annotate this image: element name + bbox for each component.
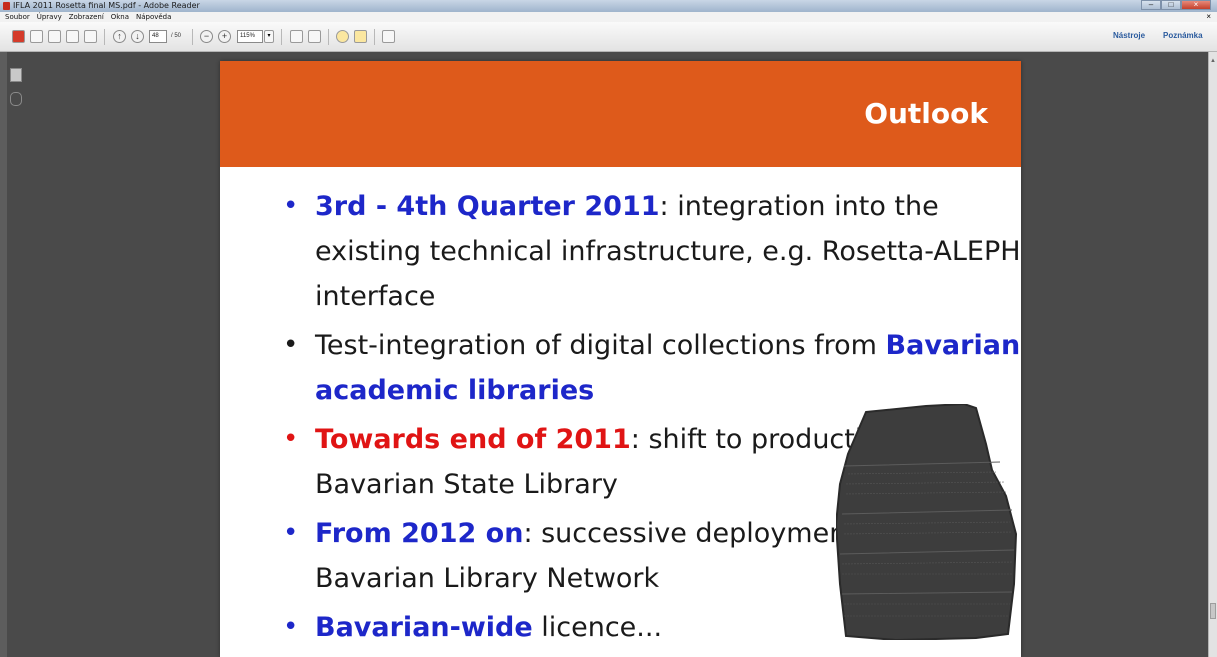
page-total: / 50	[171, 33, 182, 39]
scrollbar-thumb[interactable]	[1210, 603, 1216, 619]
fit-width-icon[interactable]	[308, 30, 321, 43]
zoom-input[interactable]: 115%	[237, 30, 263, 43]
window-controls: – □ ×	[1141, 0, 1211, 10]
bullet-highlight: Bavarian-wide	[315, 612, 533, 643]
expand-icon[interactable]	[382, 30, 395, 43]
comment-icon[interactable]	[336, 30, 349, 43]
adobe-reader-icon	[3, 2, 10, 10]
minimize-icon[interactable]: –	[1141, 0, 1161, 10]
vertical-scrollbar[interactable]: ▲	[1208, 52, 1217, 657]
previous-page-icon[interactable]: ↑	[113, 30, 126, 43]
save-icon[interactable]	[48, 30, 61, 43]
next-page-icon[interactable]: ↓	[131, 30, 144, 43]
scroll-up-icon[interactable]: ▲	[1210, 58, 1216, 67]
comments-link[interactable]: Poznámka	[1163, 31, 1203, 40]
menu-bar: Soubor Úpravy Zobrazení Okna Nápověda ×	[0, 12, 1217, 22]
bullet-dot: •	[283, 518, 299, 548]
slide-header: Outlook	[220, 61, 1021, 167]
zoom-dropdown-icon[interactable]: ▾	[264, 30, 274, 43]
zoom-out-icon[interactable]: −	[200, 30, 213, 43]
menu-item-view[interactable]: Zobrazení	[69, 13, 104, 21]
bullet-highlight: Towards end of 2011	[315, 424, 631, 455]
email-icon[interactable]	[84, 30, 97, 43]
document-page: Outlook • 3rd - 4th Quarter 2011: integra…	[220, 61, 1021, 657]
bullet-dot: •	[283, 424, 299, 454]
menu-item-edit[interactable]: Úpravy	[37, 13, 62, 21]
zoom-in-icon[interactable]: +	[218, 30, 231, 43]
toolbar-divider	[192, 29, 193, 45]
bullet-highlight: From 2012 on	[315, 518, 524, 549]
toolbar-divider	[328, 29, 329, 45]
pages-icon[interactable]	[10, 68, 22, 82]
navigation-panel	[0, 52, 7, 657]
bullet-dot: •	[283, 612, 299, 642]
page-number-input[interactable]: 48	[149, 30, 167, 43]
toolbar-divider	[104, 29, 105, 45]
bullet-text: licence...	[532, 612, 663, 643]
close-icon[interactable]: ×	[1181, 0, 1211, 10]
tools-link[interactable]: Nástroje	[1113, 31, 1145, 40]
toolbar-divider	[374, 29, 375, 45]
highlight-icon[interactable]	[354, 30, 367, 43]
bullet-dot: •	[283, 330, 299, 360]
slide-title: Outlook	[864, 97, 988, 130]
menu-item-file[interactable]: Soubor	[5, 13, 30, 21]
bullet-text: Test-integration of digital collections …	[315, 330, 886, 361]
print-icon[interactable]	[66, 30, 79, 43]
window-title: IFLA 2011 Rosetta final MS.pdf - Adobe R…	[13, 1, 200, 10]
bullet-dot: •	[283, 191, 299, 221]
bullet-highlight: 3rd - 4th Quarter 2011	[315, 191, 660, 222]
list-item: • Test-integration of digital collections…	[282, 323, 1021, 413]
document-close-icon[interactable]: ×	[1206, 12, 1211, 22]
menu-item-help[interactable]: Nápověda	[136, 13, 171, 21]
toolbar: ↑ ↓ 48 / 50 − + 115% ▾ Nástroje Poznámka	[0, 22, 1217, 52]
rosetta-stone-icon	[836, 404, 1018, 640]
maximize-icon[interactable]: □	[1161, 0, 1181, 10]
toolbar-divider	[281, 29, 282, 45]
fit-page-icon[interactable]	[290, 30, 303, 43]
list-item: • 3rd - 4th Quarter 2011: integration int…	[282, 184, 1021, 319]
menu-item-window[interactable]: Okna	[111, 13, 129, 21]
create-pdf-icon[interactable]	[12, 30, 25, 43]
window-title-bar: IFLA 2011 Rosetta final MS.pdf - Adobe R…	[0, 0, 1217, 12]
open-folder-icon[interactable]	[30, 30, 43, 43]
attachment-icon[interactable]	[10, 92, 22, 106]
